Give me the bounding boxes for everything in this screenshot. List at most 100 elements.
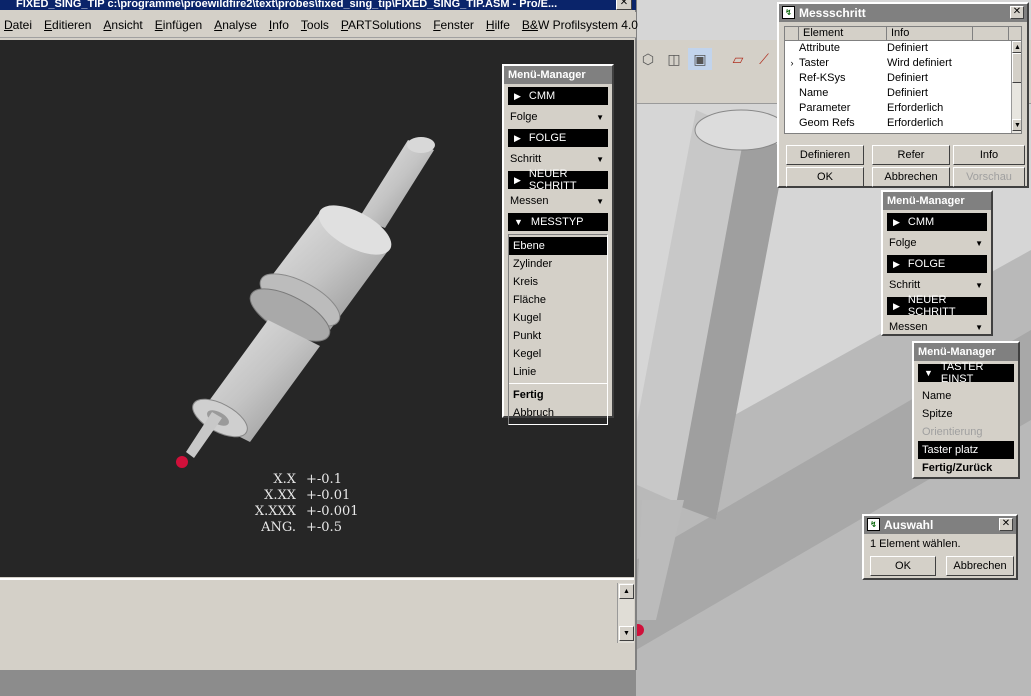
- list-item-name[interactable]: Name: [918, 387, 1014, 405]
- tolerance-value: +-0.01: [306, 488, 351, 503]
- column-info[interactable]: Info: [887, 27, 973, 40]
- triangle-down-icon: ▼: [514, 217, 523, 227]
- list-item-kreis[interactable]: Kreis: [509, 273, 607, 291]
- table-row[interactable]: Parameter Erforderlich: [785, 101, 1021, 116]
- tolerance-value: +-0.1: [306, 472, 342, 487]
- header-indicator: [785, 27, 799, 40]
- scroll-up-icon[interactable]: ▲: [619, 584, 634, 599]
- row-indicator: [785, 101, 799, 116]
- menu-cmm[interactable]: ▶ CMM: [508, 87, 608, 105]
- dropdown-messen[interactable]: Messen ▼: [887, 318, 987, 336]
- auswahl-title-bar: ↯ Auswahl ✕: [864, 516, 1016, 534]
- close-icon[interactable]: ✕: [1010, 6, 1024, 19]
- list-item-kegel[interactable]: Kegel: [509, 345, 607, 363]
- menu-bw-profilsystem[interactable]: B&W Profilsystem 4.0: [522, 18, 638, 32]
- menu-info[interactable]: Info: [269, 18, 289, 32]
- shaded-view-icon[interactable]: ▣: [688, 48, 712, 70]
- tolerance-key: X.XXX: [254, 504, 296, 519]
- table-row[interactable]: Name Definiert: [785, 86, 1021, 101]
- table-row[interactable]: Ref-KSys Definiert: [785, 71, 1021, 86]
- menu-analyse[interactable]: Analyse: [214, 18, 257, 32]
- table-row[interactable]: Attribute Definiert: [785, 41, 1021, 56]
- list-item-linie[interactable]: Linie: [509, 363, 607, 381]
- menu-datei[interactable]: Datei: [4, 18, 32, 32]
- menu-manager-title: Menü-Manager: [914, 343, 1018, 361]
- message-area: [0, 578, 634, 668]
- column-element[interactable]: Element: [799, 27, 887, 40]
- menu-tools[interactable]: Tools: [301, 18, 329, 32]
- info-button[interactable]: Info: [953, 145, 1025, 165]
- fertig-zurueck-button[interactable]: Fertig/Zurück: [918, 459, 1014, 477]
- messschritt-title: Messschritt: [799, 6, 866, 20]
- list-item-zylinder[interactable]: Zylinder: [509, 255, 607, 273]
- cell-element: Taster: [799, 57, 829, 69]
- tolerance-row: ANG. +-0.5: [240, 520, 359, 536]
- refer-button[interactable]: Refer: [872, 145, 950, 165]
- scroll-down-icon[interactable]: ▼: [1012, 119, 1021, 131]
- list-item-kugel[interactable]: Kugel: [509, 309, 607, 327]
- close-icon[interactable]: ✕: [999, 518, 1013, 531]
- list-item-punkt[interactable]: Punkt: [509, 327, 607, 345]
- cell-info: Definiert: [887, 87, 928, 99]
- menu-folge[interactable]: ▶ FOLGE: [508, 129, 608, 147]
- menu-folge[interactable]: ▶ FOLGE: [887, 255, 987, 273]
- table-row[interactable]: › Taster Wird definiert: [785, 56, 1021, 71]
- list-item-taster-platz[interactable]: Taster platz: [918, 441, 1014, 459]
- menu-taster-einst[interactable]: ▼ TASTER EINST: [918, 361, 1014, 385]
- cell-info: Erforderlich: [887, 117, 944, 129]
- menu-folge-label: FOLGE: [528, 132, 567, 144]
- dropdown-schritt[interactable]: Schritt ▼: [887, 276, 987, 294]
- row-indicator: [785, 41, 799, 56]
- definieren-button[interactable]: Definieren: [786, 145, 864, 165]
- menu-editieren[interactable]: Editieren: [44, 18, 91, 32]
- ok-button[interactable]: OK: [786, 167, 864, 187]
- auswahl-dialog: ↯ Auswahl ✕ 1 Element wählen. OK Abbrech…: [862, 514, 1018, 580]
- cell-element: Attribute: [799, 42, 840, 54]
- dropdown-messen[interactable]: Messen ▼: [508, 192, 608, 210]
- menu-folge-label: FOLGE: [907, 258, 946, 270]
- datum-axis-icon[interactable]: ⟋: [752, 48, 776, 70]
- view-box-icon[interactable]: ◫: [662, 48, 686, 70]
- header-spacer: [973, 27, 1009, 40]
- abbrechen-button[interactable]: Abbrechen: [946, 556, 1014, 576]
- menu-cmm[interactable]: ▶ CMM: [887, 213, 987, 231]
- list-item-spitze[interactable]: Spitze: [918, 405, 1014, 423]
- abbruch-button[interactable]: Abbruch: [509, 404, 607, 422]
- datum-plane-icon[interactable]: ▱: [726, 48, 750, 70]
- list-item-ebene[interactable]: Ebene: [509, 237, 607, 255]
- vorschau-button[interactable]: Vorschau: [953, 167, 1025, 187]
- list-item-flaeche[interactable]: Fläche: [509, 291, 607, 309]
- dropdown-folge[interactable]: Folge ▼: [508, 108, 608, 126]
- menu-fenster[interactable]: Fenster: [433, 18, 474, 32]
- dropdown-messen-label: Messen: [889, 321, 928, 333]
- view-cube-icon[interactable]: ⬡: [636, 48, 660, 70]
- fertig-button[interactable]: Fertig: [509, 386, 607, 404]
- message-scrollbar[interactable]: ▲ ▼: [617, 583, 634, 643]
- menu-einfuegen[interactable]: Einfügen: [155, 18, 202, 32]
- row-indicator: [785, 71, 799, 86]
- ok-button[interactable]: OK: [870, 556, 936, 576]
- menu-neuer-schritt[interactable]: ▶ NEUER SCHRITT: [508, 168, 608, 192]
- dropdown-folge[interactable]: Folge ▼: [887, 234, 987, 252]
- auswahl-title: Auswahl: [884, 518, 934, 532]
- scroll-thumb[interactable]: [1012, 53, 1021, 83]
- menu-partsolutions[interactable]: PARTSolutions: [341, 18, 421, 32]
- taster-list: Name Spitze Orientierung Taster platz Fe…: [918, 385, 1014, 479]
- table-header: Element Info: [785, 27, 1021, 41]
- table-row[interactable]: Geom Refs Erforderlich: [785, 116, 1021, 131]
- row-indicator: [785, 86, 799, 101]
- cell-info: Definiert: [887, 42, 928, 54]
- table-scrollbar[interactable]: ▲ ▼: [1011, 41, 1021, 133]
- scroll-up-icon[interactable]: ▲: [1012, 41, 1021, 53]
- close-icon[interactable]: ✕: [616, 0, 632, 10]
- menu-messtyp[interactable]: ▼ MESSTYP: [508, 213, 608, 231]
- menu-neuer-schritt[interactable]: ▶ NEUER SCHRITT: [887, 294, 987, 318]
- menu-taster-einst-label: TASTER EINST: [940, 361, 984, 385]
- scroll-down-icon[interactable]: ▼: [619, 626, 634, 641]
- abbrechen-button[interactable]: Abbrechen: [872, 167, 950, 187]
- menu-hilfe[interactable]: Hilfe: [486, 18, 510, 32]
- menu-ansicht[interactable]: Ansicht: [103, 18, 142, 32]
- dropdown-schritt[interactable]: Schritt ▼: [508, 150, 608, 168]
- menu-manager-secondary: Menü-Manager ▶ CMM Folge ▼ ▶ FOLGE Schritt ▼…: [881, 190, 993, 336]
- tolerance-table: X.X +-0.1 X.XX +-0.01 X.XXX +-0.001 ANG.…: [240, 472, 359, 536]
